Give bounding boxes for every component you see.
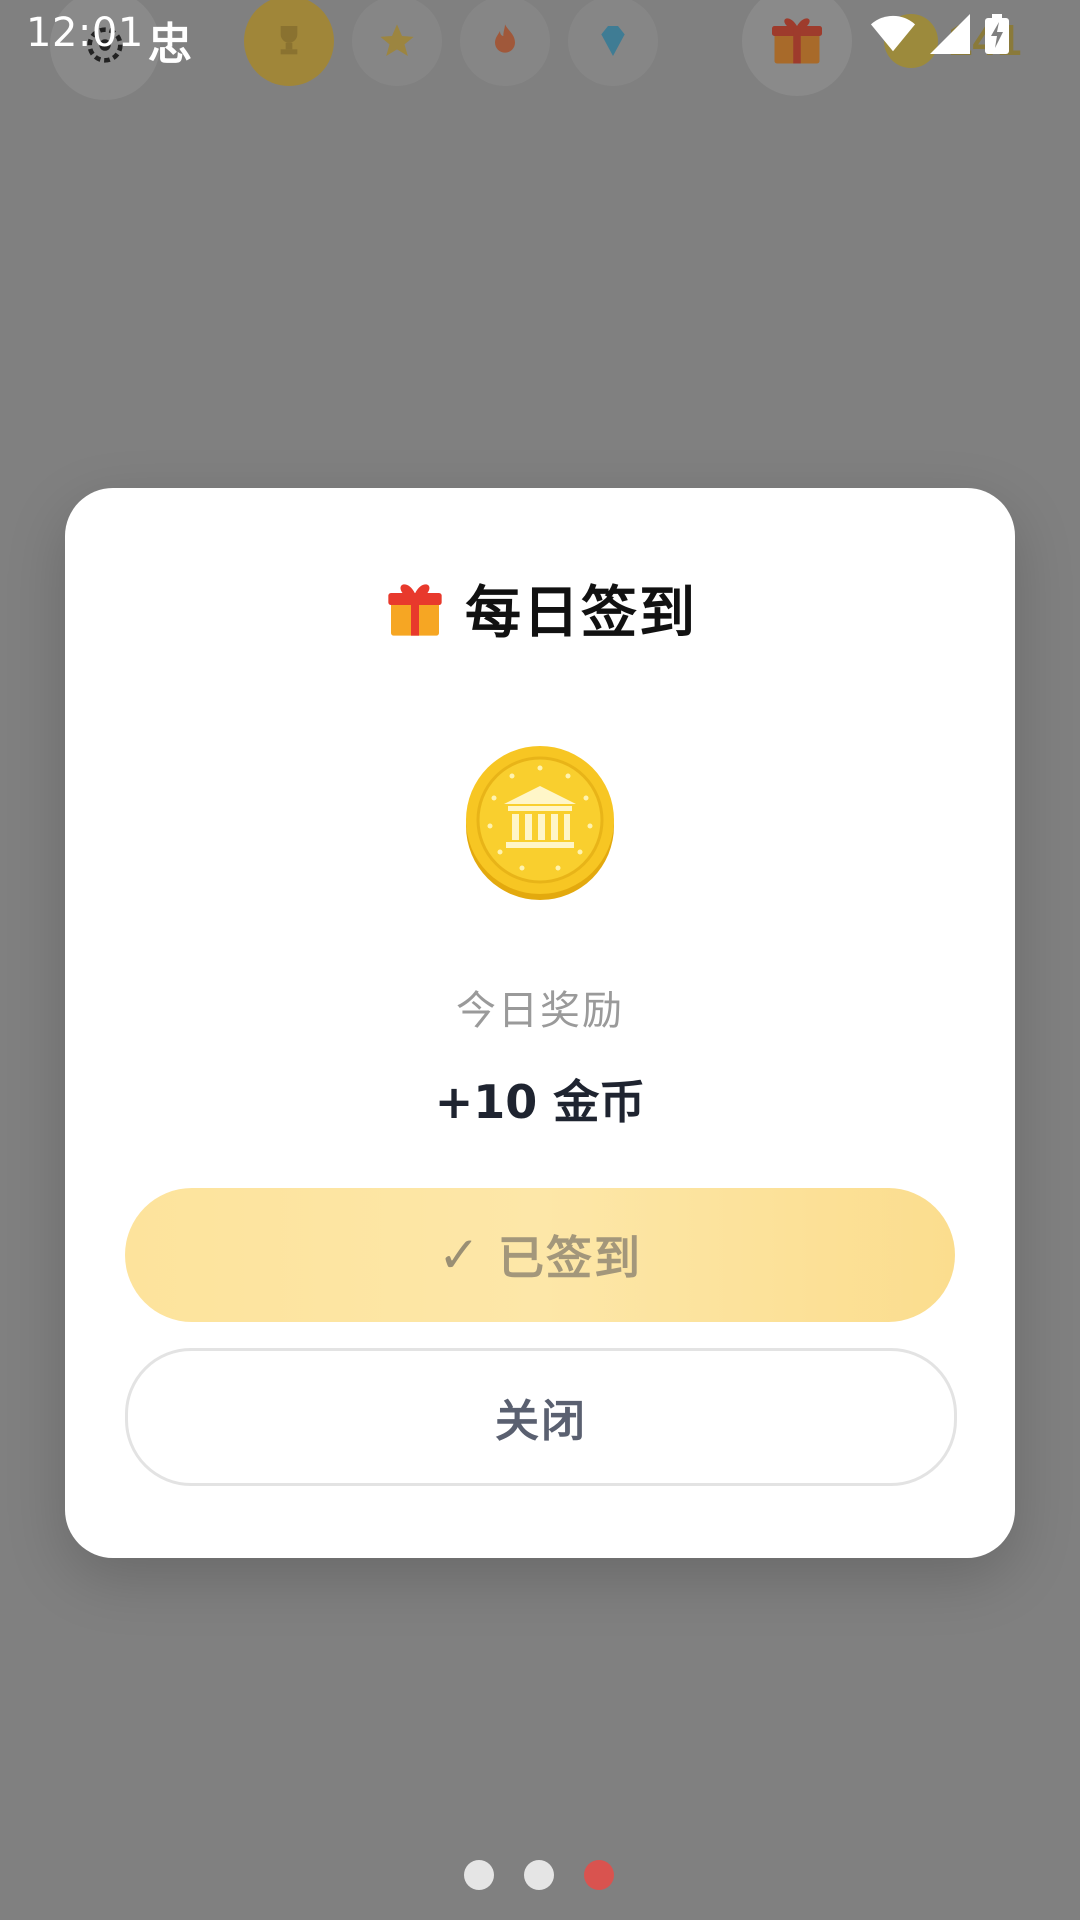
daily-checkin-dialog: 每日签到 今日奖励 +10 金币 ✓ 已签到 关闭 (65, 488, 1015, 1558)
close-label: 关闭 (495, 1396, 587, 1447)
status-icons (870, 14, 1010, 54)
status-bar: 12:01 忠 (0, 0, 1080, 80)
signal-icon (930, 14, 970, 54)
signed-in-button[interactable]: ✓ 已签到 (125, 1188, 955, 1322)
dialog-title: 每日签到 (465, 581, 697, 646)
reward-label: 今日奖励 (456, 988, 624, 1034)
dialog-header: 每日签到 (65, 568, 1015, 649)
battery-charging-icon (985, 14, 1009, 54)
status-time: 12:01 (26, 10, 144, 56)
page-indicator (464, 1860, 614, 1890)
page-dot-active[interactable] (584, 1860, 614, 1890)
reward-coin (460, 742, 620, 902)
page-dot[interactable] (464, 1860, 494, 1890)
checkmark-icon: ✓ (438, 1226, 480, 1284)
page-dot[interactable] (524, 1860, 554, 1890)
close-button[interactable]: 关闭 (125, 1348, 957, 1486)
reward-value: +10 金币 (434, 1075, 646, 1129)
gold-coin-icon (466, 746, 614, 900)
status-app-icon: 忠 (148, 19, 192, 70)
wifi-icon (870, 15, 916, 52)
signed-in-label: 已签到 (497, 1231, 642, 1285)
gift-icon (388, 583, 442, 636)
